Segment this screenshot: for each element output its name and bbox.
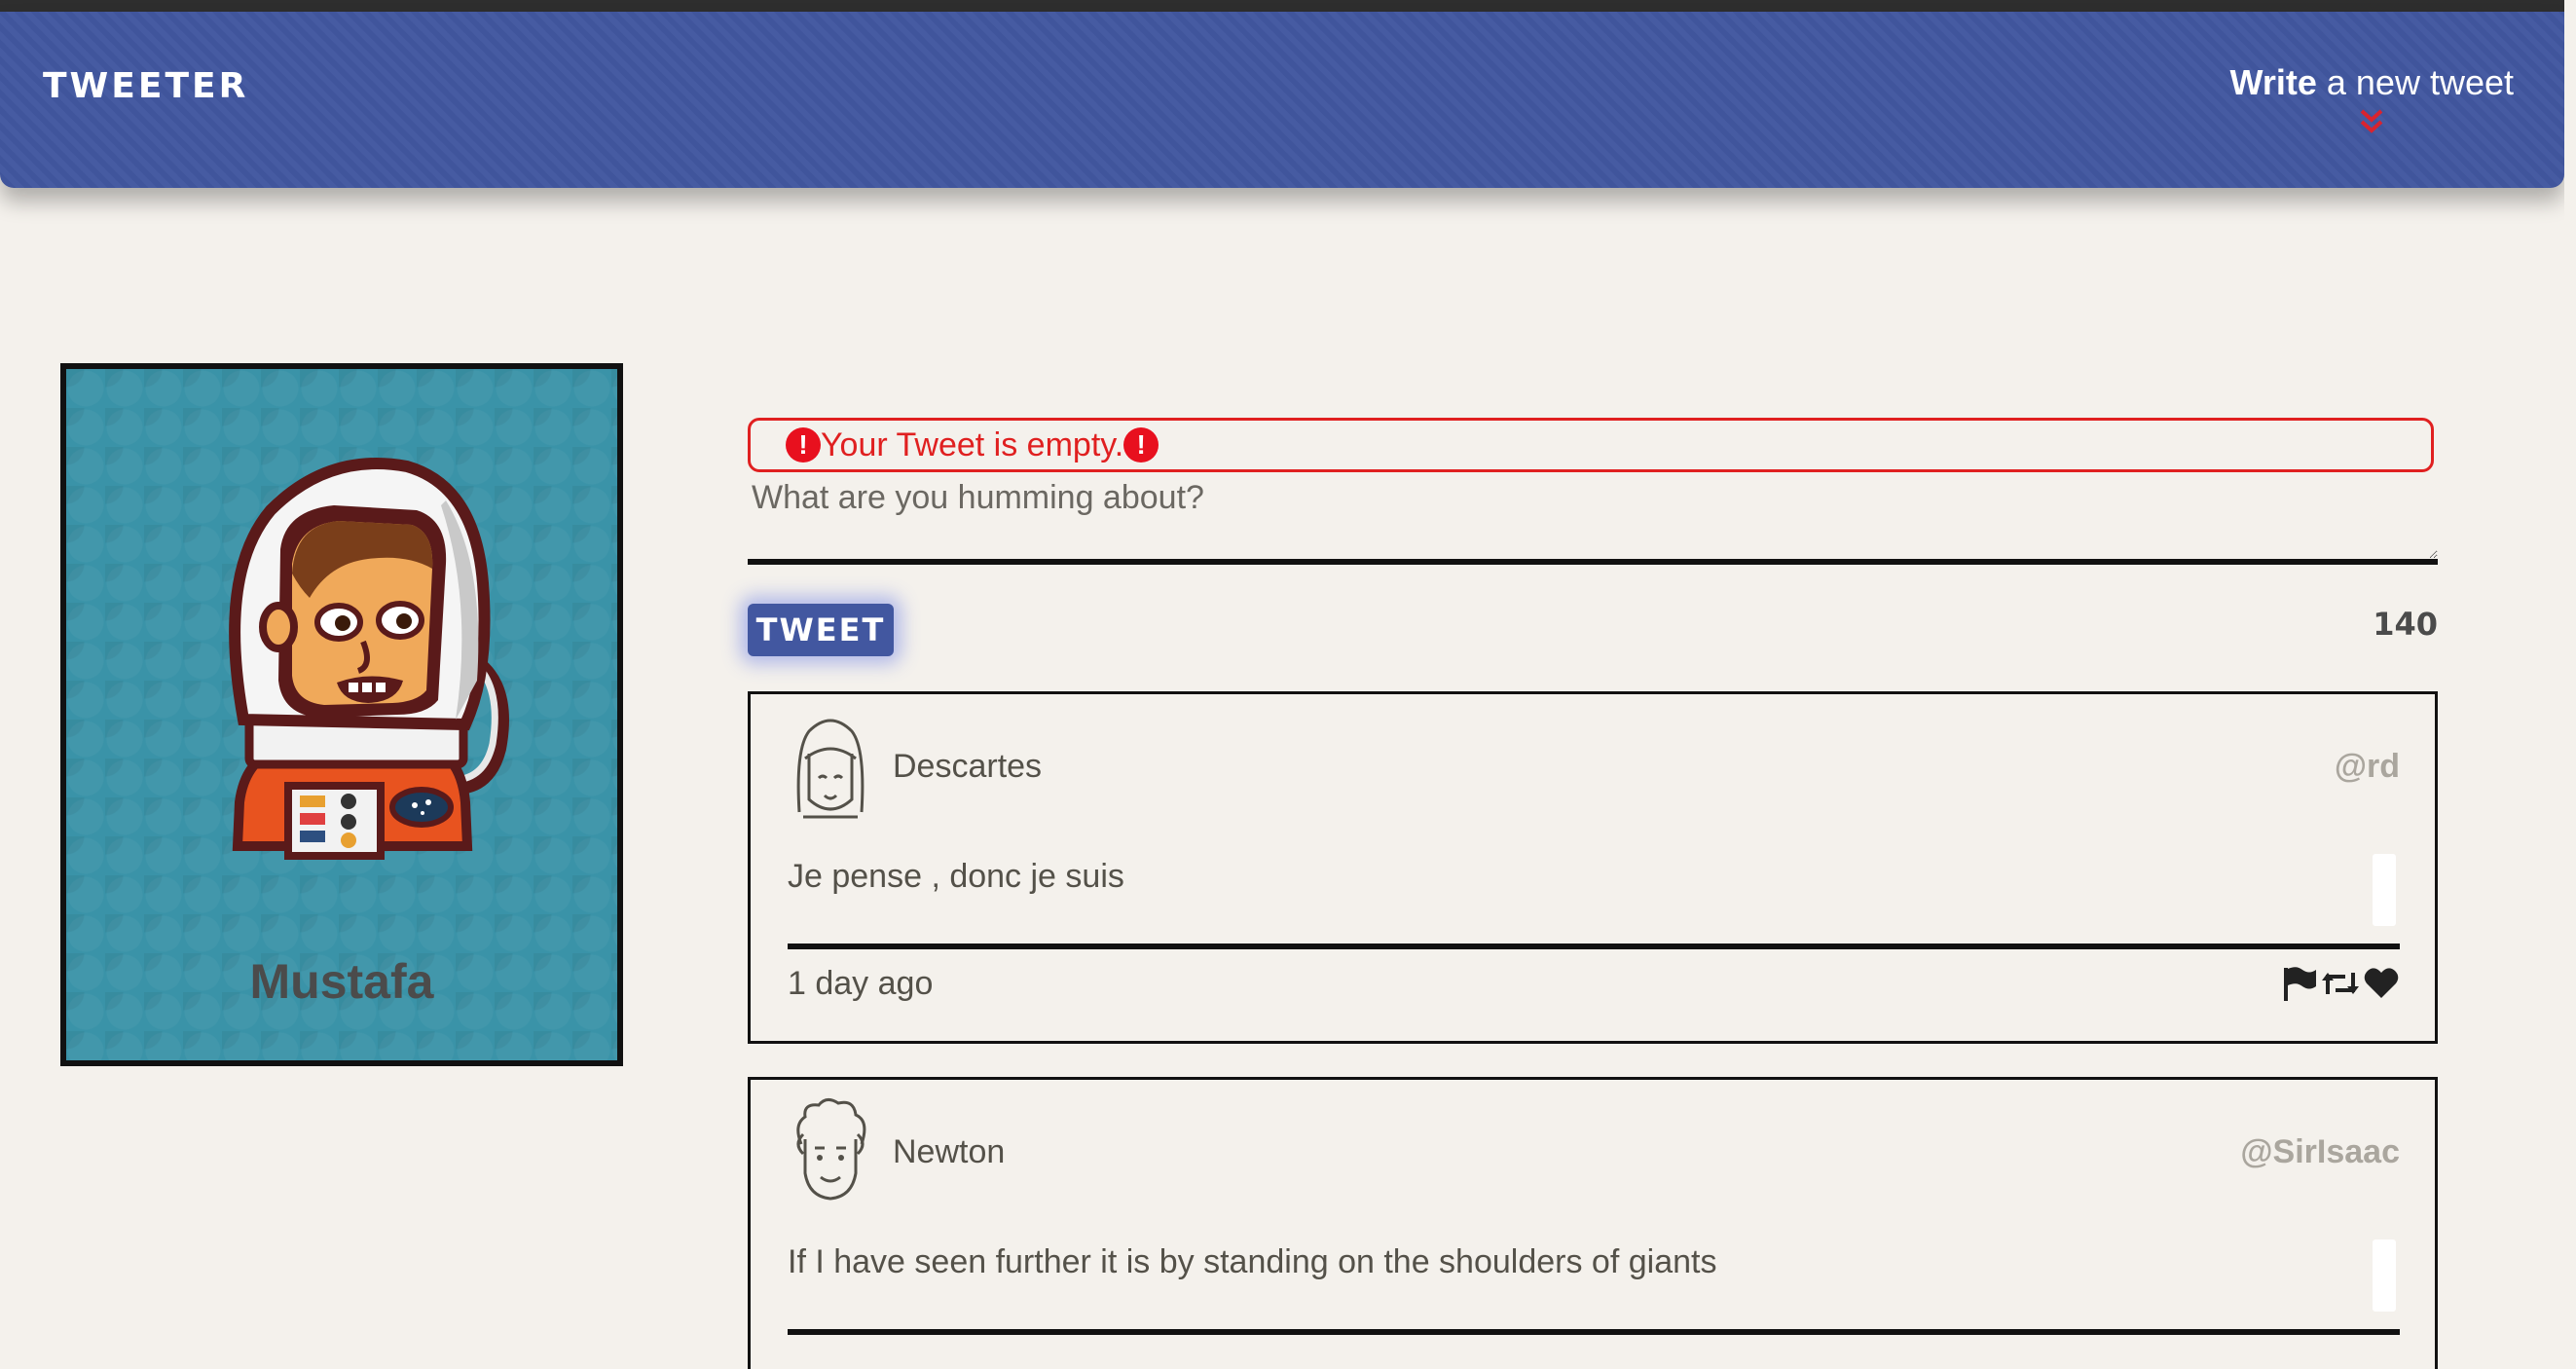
curly-hair-face-avatar bbox=[796, 1098, 866, 1201]
tweet-divider bbox=[788, 1329, 2400, 1335]
compose-label: a new tweet bbox=[2316, 62, 2514, 102]
tweet-card: Newton @SirIsaac If I have seen further … bbox=[748, 1077, 2438, 1369]
error-message: ! Your Tweet is empty.! bbox=[748, 418, 2434, 472]
tweet-author-name: Newton bbox=[893, 1133, 1006, 1170]
tweet-author-handle: @rd bbox=[2334, 748, 2400, 785]
tweet-button[interactable]: TWEET bbox=[748, 604, 894, 656]
page-right-edge bbox=[2564, 0, 2576, 1351]
tweet-card: Descartes @rd Je pense , donc je suis 1 … bbox=[748, 691, 2438, 1044]
tweet-input[interactable] bbox=[748, 479, 2438, 565]
tweet-scrollbar[interactable] bbox=[2373, 854, 2396, 926]
tweet-actions bbox=[2281, 965, 2400, 1002]
tweet-author-name: Descartes bbox=[893, 748, 1043, 785]
flag-icon[interactable] bbox=[2281, 965, 2318, 1002]
brand-logo[interactable]: TWEETER bbox=[43, 66, 248, 106]
profile-card: Mustafa bbox=[60, 363, 623, 1066]
astronaut-avatar bbox=[229, 458, 509, 860]
window-top-edge bbox=[0, 0, 2576, 12]
exclamation-circle-icon: ! bbox=[786, 427, 821, 462]
retweet-icon[interactable] bbox=[2320, 965, 2361, 1002]
profile-name: Mustafa bbox=[249, 954, 434, 1009]
tweet-timestamp: 1 day ago bbox=[788, 965, 934, 1002]
compose-label-bold: Write bbox=[2229, 62, 2317, 102]
tweet-text: Je pense , donc je suis bbox=[788, 858, 1124, 895]
tweet-text: If I have seen further it is by standing… bbox=[788, 1243, 1717, 1280]
navbar: TWEETER Write a new tweet bbox=[0, 12, 2564, 188]
compose-toggle[interactable]: Write a new tweet bbox=[2230, 62, 2514, 138]
character-counter: 140 bbox=[2373, 606, 2438, 643]
heart-icon[interactable] bbox=[2363, 965, 2400, 1002]
double-chevron-down-icon[interactable] bbox=[2230, 107, 2514, 138]
tweet-scrollbar[interactable] bbox=[2373, 1240, 2396, 1312]
girl-face-avatar bbox=[796, 719, 865, 819]
exclamation-circle-icon: ! bbox=[1123, 427, 1159, 462]
tweet-divider bbox=[788, 944, 2400, 949]
error-text: Your Tweet is empty. bbox=[821, 426, 1124, 463]
tweet-author-handle: @SirIsaac bbox=[2240, 1133, 2400, 1170]
